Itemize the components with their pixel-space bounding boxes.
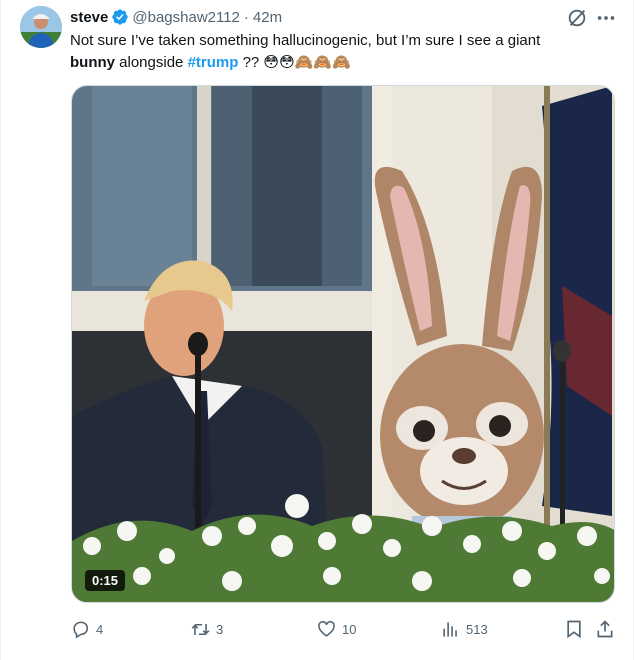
user-handle[interactable]: @bagshaw2112 <box>132 9 240 26</box>
more-icon[interactable] <box>595 7 617 29</box>
like-count: 10 <box>342 621 357 637</box>
hashtag-link[interactable]: #trump <box>188 54 239 71</box>
video-duration: 0:15 <box>85 570 126 591</box>
repost-icon <box>191 623 210 635</box>
bookmark-button[interactable] <box>564 619 584 639</box>
reply-icon <box>73 621 89 638</box>
bookmark-icon <box>567 620 581 639</box>
timestamp[interactable]: 42m <box>253 9 282 26</box>
tweet-card[interactable]: steve @bagshaw2112 · 42m Not sure I’ve t… <box>0 0 634 660</box>
tweet-text: Not sure I’ve taken something hallucinog… <box>70 30 610 74</box>
display-name[interactable]: steve <box>70 9 108 26</box>
reply-button[interactable]: 4 <box>71 615 103 643</box>
views-icon <box>443 621 457 637</box>
share-icon <box>597 620 613 638</box>
repost-count: 3 <box>216 621 224 637</box>
tweet-text-bold: bunny <box>70 54 115 71</box>
tweet-text-end: ?? 😳😳🙈🙈🙈 <box>238 54 351 71</box>
reply-count: 4 <box>96 621 104 637</box>
repost-button[interactable]: 3 <box>191 615 223 643</box>
video-player[interactable] <box>71 85 615 603</box>
like-button[interactable]: 10 <box>317 615 356 643</box>
separator-dot: · <box>243 8 249 26</box>
action-bar: 4 3 10 513 <box>1 615 634 645</box>
views-count: 513 <box>466 621 488 637</box>
tweet-header: steve @bagshaw2112 · 42m <box>70 7 282 27</box>
tweet-text-mid: alongside <box>115 54 188 71</box>
tweet-text-line1: Not sure I’ve taken something hallucinog… <box>70 32 541 49</box>
views-button[interactable]: 513 <box>441 615 488 643</box>
avatar[interactable] <box>20 6 62 48</box>
like-icon <box>318 620 335 637</box>
share-button[interactable] <box>595 619 615 639</box>
verified-badge-icon <box>111 8 129 26</box>
grok-icon[interactable] <box>566 7 588 29</box>
